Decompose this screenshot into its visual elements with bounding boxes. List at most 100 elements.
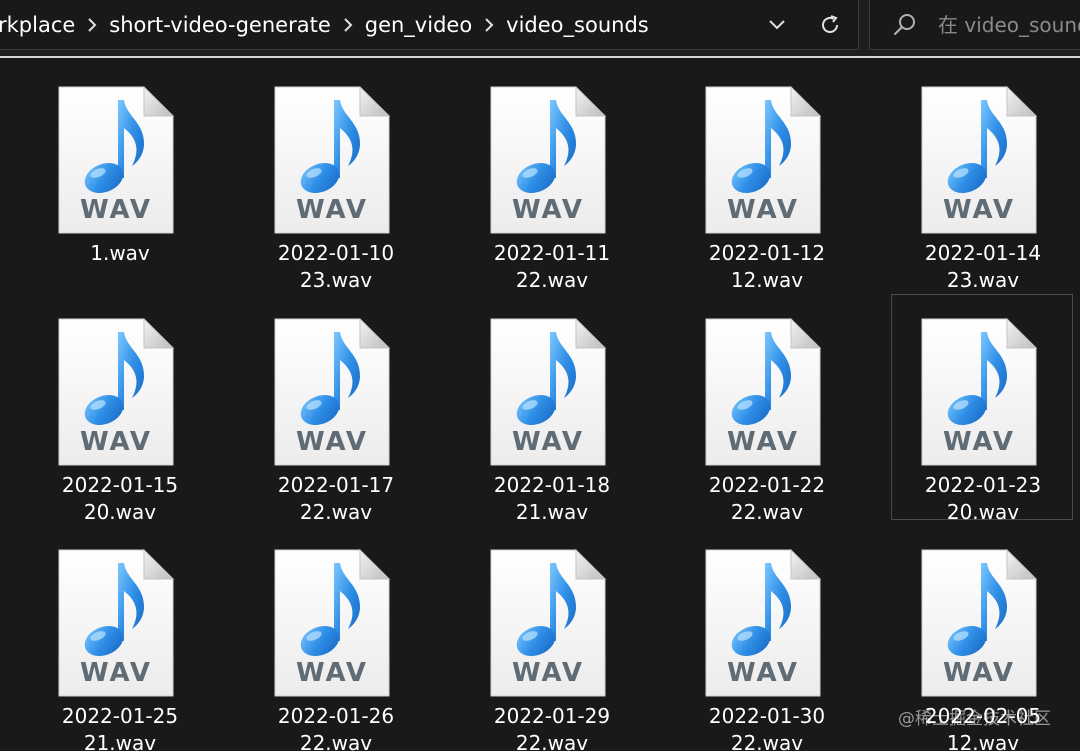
chevron-down-icon <box>769 20 785 30</box>
file-type-label: WAV <box>727 195 799 225</box>
file-type-label: WAV <box>727 427 799 457</box>
file-item[interactable]: WAV 2022-01-26 22.wav <box>244 525 426 751</box>
file-item[interactable]: WAV 2022-01-12 12.wav <box>675 62 857 292</box>
chevron-right-icon[interactable] <box>472 0 506 50</box>
file-type-label: WAV <box>943 427 1015 457</box>
file-name-label: 2022-01-15 20.wav <box>29 472 211 526</box>
wav-file-icon: WAV <box>490 86 606 234</box>
file-name-label: 2022-01-12 12.wav <box>676 240 858 294</box>
file-name-line: 22.wav <box>299 731 373 751</box>
file-item[interactable]: WAV 2022-01-22 22.wav <box>675 294 857 524</box>
watermark: @稀土掘金技术社区 <box>898 709 1051 729</box>
file-name-line: 23.wav <box>946 268 1020 292</box>
file-name-line: 22.wav <box>730 500 804 524</box>
wav-file-icon: WAV <box>274 86 390 234</box>
file-name-label: 2022-01-25 21.wav <box>29 703 211 751</box>
file-item[interactable]: WAV 2022-01-14 23.wav <box>891 62 1073 292</box>
file-item[interactable]: WAV 2022-01-15 20.wav <box>28 294 210 524</box>
file-name-label: 2022-01-29 22.wav <box>461 703 643 751</box>
file-name-line: 20.wav <box>946 500 1020 524</box>
file-type-label: WAV <box>296 427 368 457</box>
wav-file-icon: WAV <box>921 318 1037 466</box>
file-grid: WAV 1.wav WAV 2022-01-10 23.wav WAV 2022… <box>0 58 1080 751</box>
wav-file-icon: WAV <box>490 318 606 466</box>
file-name-line: 2022-01-23 <box>924 473 1042 497</box>
file-type-label: WAV <box>296 658 368 688</box>
file-name-line: 22.wav <box>730 731 804 751</box>
file-name-line: 20.wav <box>83 500 157 524</box>
file-name-line: 22.wav <box>515 268 589 292</box>
file-name-label: 2022-01-11 22.wav <box>461 240 643 294</box>
file-explorer-window: rkplace short-video-generate gen_video v… <box>0 0 1080 751</box>
wav-file-icon: WAV <box>58 549 174 697</box>
file-name-line: 2022-01-17 <box>277 473 395 497</box>
wav-file-icon: WAV <box>921 86 1037 234</box>
chevron-right-icon[interactable] <box>75 0 109 50</box>
file-name-line: 12.wav <box>946 731 1020 751</box>
file-type-label: WAV <box>943 195 1015 225</box>
file-item[interactable]: WAV 2022-01-25 21.wav <box>28 525 210 751</box>
file-name-line: 1.wav <box>90 241 150 265</box>
file-name-line: 2022-01-14 <box>924 241 1042 265</box>
file-name-label: 1.wav <box>29 240 211 267</box>
wav-file-icon: WAV <box>274 549 390 697</box>
file-name-line: 22.wav <box>299 500 373 524</box>
wav-file-icon: WAV <box>274 318 390 466</box>
wav-file-icon: WAV <box>58 86 174 234</box>
file-name-label: 2022-01-18 21.wav <box>461 472 643 526</box>
file-name-label: 2022-01-30 22.wav <box>676 703 858 751</box>
file-name-line: 2022-01-11 <box>493 241 611 265</box>
file-name-line: 22.wav <box>515 731 589 751</box>
file-item[interactable]: WAV 2022-01-11 22.wav <box>460 62 642 292</box>
file-item[interactable]: WAV 2022-01-10 23.wav <box>244 62 426 292</box>
toolbar: rkplace short-video-generate gen_video v… <box>0 0 1080 56</box>
file-item[interactable]: WAV 1.wav <box>28 62 210 288</box>
file-name-label: 2022-01-14 23.wav <box>892 240 1074 294</box>
file-item[interactable]: WAV 2022-01-29 22.wav <box>460 525 642 751</box>
breadcrumb-item-workplace[interactable]: rkplace <box>0 13 75 37</box>
search-input[interactable] <box>938 12 1080 37</box>
file-type-label: WAV <box>80 427 152 457</box>
file-name-label: 2022-01-22 22.wav <box>676 472 858 526</box>
file-type-label: WAV <box>512 195 584 225</box>
file-item[interactable]: WAV 2022-01-18 21.wav <box>460 294 642 524</box>
file-type-label: WAV <box>943 658 1015 688</box>
wav-file-icon: WAV <box>705 86 821 234</box>
breadcrumb-item-video-sounds[interactable]: video_sounds <box>506 13 649 37</box>
file-name-label: 2022-01-17 22.wav <box>245 472 427 526</box>
file-name-line: 23.wav <box>299 268 373 292</box>
file-name-line: 2022-01-15 <box>61 473 179 497</box>
file-name-line: 2022-01-22 <box>708 473 826 497</box>
file-name-line: 2022-01-25 <box>61 704 179 728</box>
chevron-right-icon[interactable] <box>331 0 365 50</box>
file-type-label: WAV <box>80 658 152 688</box>
file-name-line: 21.wav <box>515 500 589 524</box>
file-name-label: 2022-01-23 20.wav <box>892 472 1074 526</box>
file-type-label: WAV <box>727 658 799 688</box>
file-name-line: 12.wav <box>730 268 804 292</box>
refresh-button[interactable] <box>812 8 848 42</box>
breadcrumb: rkplace short-video-generate gen_video v… <box>0 0 649 50</box>
file-type-label: WAV <box>512 658 584 688</box>
file-name-line: 2022-01-10 <box>277 241 395 265</box>
search-icon <box>890 10 920 40</box>
file-name-line: 2022-01-29 <box>493 704 611 728</box>
wav-file-icon: WAV <box>58 318 174 466</box>
wav-file-icon: WAV <box>921 549 1037 697</box>
file-item[interactable]: WAV 2022-01-23 20.wav <box>891 294 1073 524</box>
address-bar[interactable]: rkplace short-video-generate gen_video v… <box>0 0 859 50</box>
search-box[interactable] <box>869 0 1080 50</box>
file-type-label: WAV <box>512 427 584 457</box>
breadcrumb-item-gen-video[interactable]: gen_video <box>365 13 472 37</box>
file-name-line: 2022-01-30 <box>708 704 826 728</box>
breadcrumb-item-short-video-generate[interactable]: short-video-generate <box>109 13 330 37</box>
file-type-label: WAV <box>80 195 152 225</box>
file-item[interactable]: WAV 2022-01-17 22.wav <box>244 294 426 524</box>
file-name-line: 2022-01-12 <box>708 241 826 265</box>
file-item[interactable]: WAV 2022-01-30 22.wav <box>675 525 857 751</box>
address-history-dropdown-button[interactable] <box>760 8 794 42</box>
file-name-line: 2022-01-18 <box>493 473 611 497</box>
wav-file-icon: WAV <box>705 549 821 697</box>
file-type-label: WAV <box>296 195 368 225</box>
file-name-line: 21.wav <box>83 731 157 751</box>
